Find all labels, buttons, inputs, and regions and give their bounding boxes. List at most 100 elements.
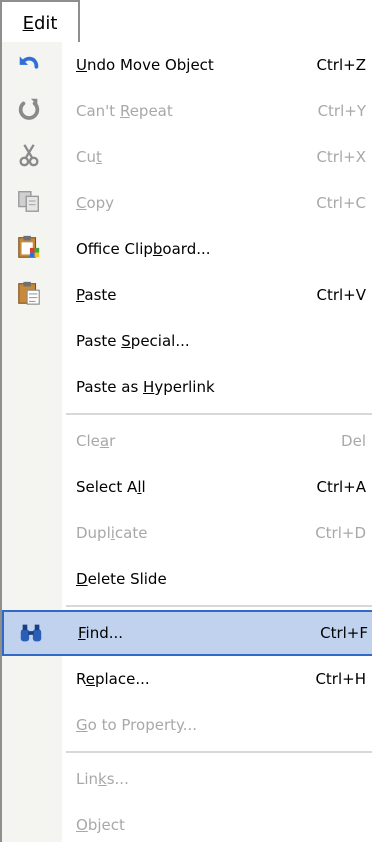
office-clipboard-icon — [16, 234, 42, 260]
menu-item-repeat-label-post: epeat — [129, 102, 173, 120]
edit-menu-title-mnemonic: E — [22, 12, 34, 34]
menu-item-paste-shortcut: Ctrl+V — [316, 286, 366, 304]
menu-item-delete-slide-label-post: elete Slide — [87, 570, 167, 588]
scissors-icon — [16, 142, 42, 168]
menu-item-cut-label-pre: Cu — [76, 148, 96, 166]
menu-item-object-mnemonic: O — [76, 816, 88, 834]
menu-item-links-label-post: s... — [106, 770, 129, 788]
menu-item-undo[interactable]: Undo Move Object Ctrl+Z — [2, 42, 372, 88]
menu-item-paste-as-hyperlink[interactable]: Paste as Hyperlink — [2, 364, 372, 410]
menu-item-repeat-mnemonic: R — [119, 102, 130, 120]
menu-item-copy-mnemonic: C — [76, 194, 87, 212]
repeat-icon — [16, 96, 42, 122]
menu-item-find-shortcut: Ctrl+F — [320, 624, 368, 642]
menu-item-paste-special-label-post: pecial... — [130, 332, 190, 350]
menu-item-paste-label-post: aste — [84, 286, 117, 304]
menu-item-office-clipboard-mnemonic: b — [152, 240, 163, 258]
menu-item-copy-shortcut: Ctrl+C — [316, 194, 366, 212]
menu-item-links-shortcut — [286, 756, 366, 802]
menu-item-paste-label: Paste — [76, 272, 117, 318]
edit-menu-title[interactable]: Edit — [0, 0, 80, 44]
menu-item-undo-mnemonic: U — [76, 56, 87, 74]
menu-item-delete-slide[interactable]: Delete Slide — [2, 556, 372, 602]
menu-item-object-shortcut — [286, 802, 366, 848]
menu-item-copy-label: Copy — [76, 180, 114, 226]
menu-item-paste-as-hyperlink-shortcut — [286, 364, 366, 410]
menu-item-paste-special-mnemonic: S — [121, 332, 131, 350]
menu-separator — [66, 751, 372, 753]
menu-item-find-mnemonic: F — [78, 624, 86, 642]
menu-item-replace[interactable]: Replace... Ctrl+H — [2, 656, 372, 702]
menu-item-paste-special-shortcut — [286, 318, 366, 364]
undo-icon — [16, 50, 42, 76]
menu-item-find-label: Find... — [78, 612, 123, 654]
menu-bar: Edit — [0, 0, 372, 44]
edit-menu-dropdown: Undo Move Object Ctrl+Z Can't Repeat Ctr… — [0, 42, 372, 842]
menu-item-go-to-property-label-post: o to Property... — [87, 716, 198, 734]
menu-item-go-to-property[interactable]: Go to Property... — [2, 702, 372, 748]
menu-item-clear-label-post: r — [109, 432, 116, 450]
menu-item-cut[interactable]: Cut Ctrl+X — [2, 134, 372, 180]
menu-item-object[interactable]: Object — [2, 802, 372, 848]
menu-item-cut-label: Cut — [76, 134, 102, 180]
menu-item-select-all-shortcut: Ctrl+A — [316, 478, 366, 496]
menu-item-office-clipboard-label: Office Clipboard... — [76, 226, 211, 272]
menu-item-delete-slide-shortcut — [286, 556, 366, 602]
menu-item-clear-label: Clear — [76, 418, 115, 464]
menu-item-select-all-label: Select All — [76, 464, 146, 510]
menu-item-find-label-post: ind... — [85, 624, 124, 642]
menu-item-replace-label-pre: R — [76, 670, 86, 688]
menu-item-repeat-label-pre: Can't — [76, 102, 120, 120]
menu-item-repeat-label: Can't Repeat — [76, 88, 173, 134]
menu-item-select-all[interactable]: Select All Ctrl+A — [2, 464, 372, 510]
menu-item-clear-shortcut: Del — [341, 432, 366, 450]
menu-item-clear-label-pre: Cle — [76, 432, 100, 450]
menu-item-links-label-pre: Lin — [76, 770, 99, 788]
menu-item-clear-mnemonic: a — [99, 432, 110, 450]
edit-menu-title-post: dit — [33, 12, 58, 34]
menu-item-undo-label-post: ndo Move Object — [86, 56, 214, 74]
menu-item-office-clipboard-shortcut — [286, 226, 366, 272]
menu-item-paste-as-hyperlink-label-post: yperlink — [154, 378, 215, 396]
menu-item-links-mnemonic: k — [98, 770, 107, 788]
copy-icon — [16, 188, 42, 214]
menu-item-cut-shortcut: Ctrl+X — [316, 148, 366, 166]
menu-item-replace-label-post: place... — [94, 670, 150, 688]
menu-item-paste[interactable]: Paste Ctrl+V — [2, 272, 372, 318]
menu-item-repeat-shortcut: Ctrl+Y — [317, 102, 366, 120]
menu-item-clear[interactable]: Clear Del — [2, 418, 372, 464]
menu-item-duplicate-label-post: cate — [114, 524, 148, 542]
menu-item-copy[interactable]: Copy Ctrl+C — [2, 180, 372, 226]
menu-item-delete-slide-label: Delete Slide — [76, 556, 167, 602]
menu-item-copy-label-post: opy — [86, 194, 115, 212]
menu-item-office-clipboard[interactable]: Office Clipboard... — [2, 226, 372, 272]
menu-item-links-label: Links... — [76, 756, 129, 802]
menu-item-replace-label: Replace... — [76, 656, 150, 702]
menu-item-links[interactable]: Links... — [2, 756, 372, 802]
menu-item-replace-shortcut: Ctrl+H — [315, 670, 366, 688]
menu-item-cut-mnemonic: t — [95, 148, 102, 166]
menu-separator — [66, 605, 372, 607]
menu-separator — [66, 413, 372, 415]
menu-item-duplicate-label: Duplicate — [76, 510, 147, 556]
menu-item-object-label: Object — [76, 802, 125, 848]
menu-item-office-clipboard-label-post: oard... — [162, 240, 211, 258]
paste-icon — [16, 280, 42, 306]
menu-item-duplicate[interactable]: Duplicate Ctrl+D — [2, 510, 372, 556]
menu-item-delete-slide-mnemonic: D — [76, 570, 88, 588]
menu-item-find[interactable]: Find... Ctrl+F — [2, 610, 372, 656]
menu-item-replace-mnemonic: e — [85, 670, 95, 688]
menu-item-paste-special-label-pre: Paste — [76, 332, 122, 350]
menu-item-go-to-property-label: Go to Property... — [76, 702, 197, 748]
menu-item-duplicate-label-pre: Dupl — [76, 524, 111, 542]
menu-item-object-label-post: bject — [87, 816, 125, 834]
menu-item-undo-shortcut: Ctrl+Z — [316, 56, 366, 74]
menu-item-repeat[interactable]: Can't Repeat Ctrl+Y — [2, 88, 372, 134]
menu-item-duplicate-shortcut: Ctrl+D — [315, 524, 366, 542]
menu-item-paste-as-hyperlink-label-pre: Paste as — [76, 378, 144, 396]
menu-item-paste-special[interactable]: Paste Special... — [2, 318, 372, 364]
menu-item-paste-as-hyperlink-label: Paste as Hyperlink — [76, 364, 215, 410]
menu-item-go-to-property-mnemonic: G — [76, 716, 88, 734]
menu-item-undo-label: Undo Move Object — [76, 42, 214, 88]
menu-item-paste-as-hyperlink-mnemonic: H — [143, 378, 155, 396]
